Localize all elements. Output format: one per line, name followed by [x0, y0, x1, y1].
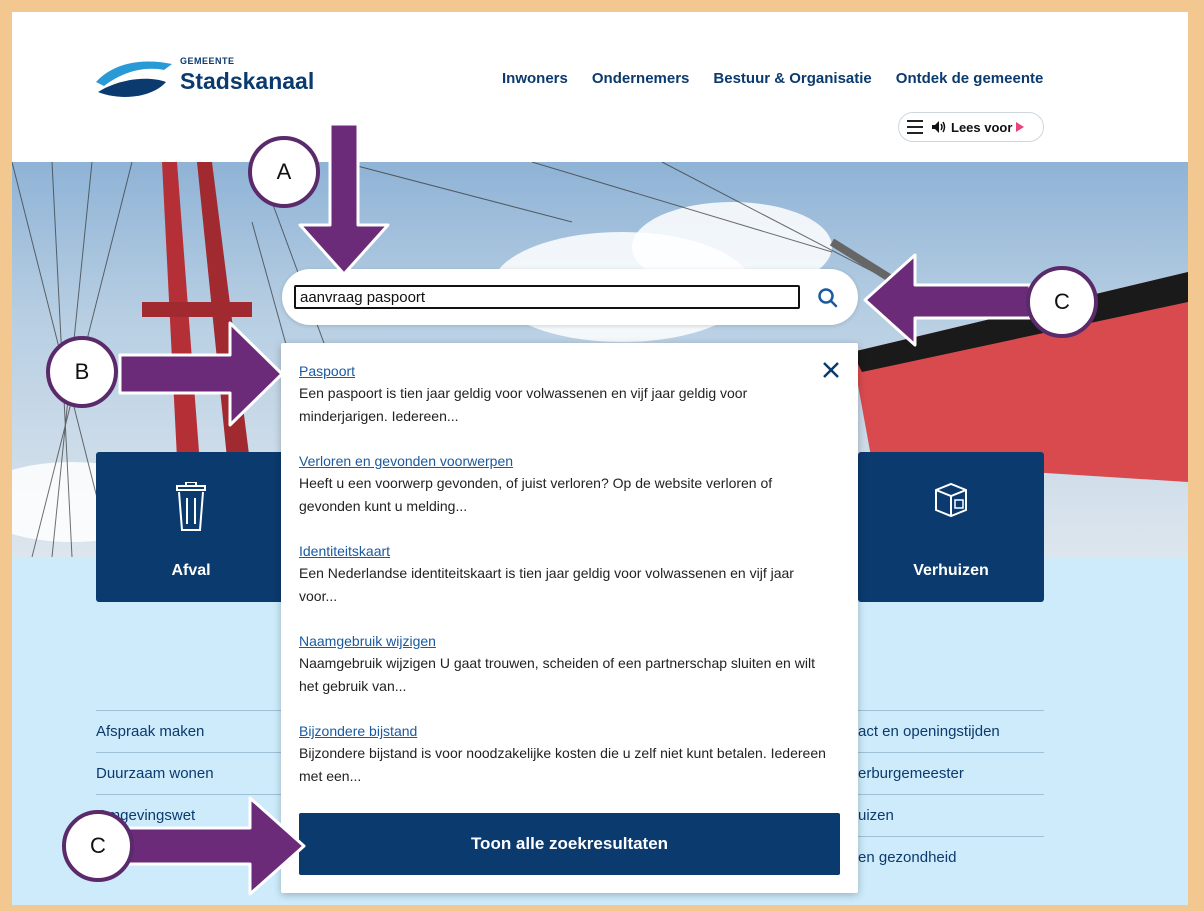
callout-label: C	[1026, 266, 1098, 338]
link-zorg-gezondheid[interactable]: en gezondheid	[858, 836, 1044, 878]
link-burgemeester[interactable]: erburgemeester	[858, 752, 1044, 794]
callout-label: C	[62, 810, 134, 882]
result-link[interactable]: Paspoort	[299, 363, 829, 379]
callout-label: B	[46, 336, 118, 408]
tile-label: Verhuizen	[913, 562, 989, 579]
result-link[interactable]: Bijzondere bijstand	[299, 723, 829, 739]
callout-label: A	[248, 136, 320, 208]
search-icon[interactable]	[817, 287, 839, 309]
result-description: Een Nederlandse identiteitskaart is tien…	[299, 565, 794, 604]
trash-icon	[176, 482, 206, 531]
result-link[interactable]: Identiteitskaart	[299, 543, 829, 559]
play-icon	[1016, 122, 1025, 132]
link-contact-openingstijden[interactable]: act en openingstijden	[858, 710, 1044, 752]
result-description: Een paspoort is tien jaar geldig voor vo…	[299, 385, 748, 424]
read-aloud-button[interactable]: Lees voor	[931, 119, 1025, 135]
result-description: Bijzondere bijstand is voor noodzakelijk…	[299, 745, 826, 784]
main-nav: Inwoners Ondernemers Bestuur & Organisat…	[502, 70, 1043, 87]
search-suggestions: Paspoort Een paspoort is tien jaar geldi…	[281, 343, 858, 893]
result-item: Identiteitskaart Een Nederlandse identit…	[299, 543, 829, 608]
result-item: Naamgebruik wijzigen Naamgebruik wijzige…	[299, 633, 829, 698]
logo-title: Stadskanaal	[180, 68, 315, 94]
read-aloud-label: Lees voor	[951, 119, 1013, 135]
box-icon	[935, 482, 967, 518]
result-item: Verloren en gevonden voorwerpen Heeft u …	[299, 453, 829, 518]
result-description: Naamgebruik wijzigen U gaat trouwen, sch…	[299, 655, 815, 694]
quick-links-right: act en openingstijden erburgemeester uiz…	[858, 710, 1044, 878]
result-item: Paspoort Een paspoort is tien jaar geldi…	[299, 363, 829, 428]
site-header: GEMEENTE Stadskanaal Inwoners Ondernemer…	[12, 12, 1188, 162]
logo-subtitle: GEMEENTE	[180, 56, 235, 66]
logo-swoosh-icon	[96, 61, 172, 97]
link-afspraak-maken[interactable]: Afspraak maken	[96, 710, 286, 752]
site-logo[interactable]: GEMEENTE Stadskanaal	[94, 52, 334, 104]
tile-verhuizen[interactable]: Verhuizen	[858, 452, 1044, 602]
nav-bestuur-organisatie[interactable]: Bestuur & Organisatie	[713, 70, 871, 87]
search-input[interactable]	[294, 285, 800, 309]
result-description: Heeft u een voorwerp gevonden, of juist …	[299, 475, 773, 514]
browser-frame: GEMEENTE Stadskanaal Inwoners Ondernemer…	[12, 12, 1188, 905]
nav-ondernemers[interactable]: Ondernemers	[592, 70, 690, 87]
result-item: Bijzondere bijstand Bijzondere bijstand …	[299, 723, 829, 788]
search-bar	[282, 269, 858, 325]
nav-inwoners[interactable]: Inwoners	[502, 70, 568, 87]
link-duurzaam-wonen[interactable]: Duurzaam wonen	[96, 752, 286, 794]
result-link[interactable]: Verloren en gevonden voorwerpen	[299, 453, 829, 469]
link-verhuizen[interactable]: uizen	[858, 794, 1044, 836]
nav-ontdek-de-gemeente[interactable]: Ontdek de gemeente	[896, 70, 1044, 87]
result-link[interactable]: Naamgebruik wijzigen	[299, 633, 829, 649]
show-all-results-button[interactable]: Toon alle zoekresultaten	[299, 813, 840, 875]
tile-label: Afval	[171, 562, 211, 579]
menu-icon[interactable]	[907, 120, 923, 134]
tile-afval[interactable]: Afval	[96, 452, 286, 602]
readspeaker-bar: Lees voor	[898, 112, 1044, 142]
speaker-icon	[932, 121, 946, 133]
